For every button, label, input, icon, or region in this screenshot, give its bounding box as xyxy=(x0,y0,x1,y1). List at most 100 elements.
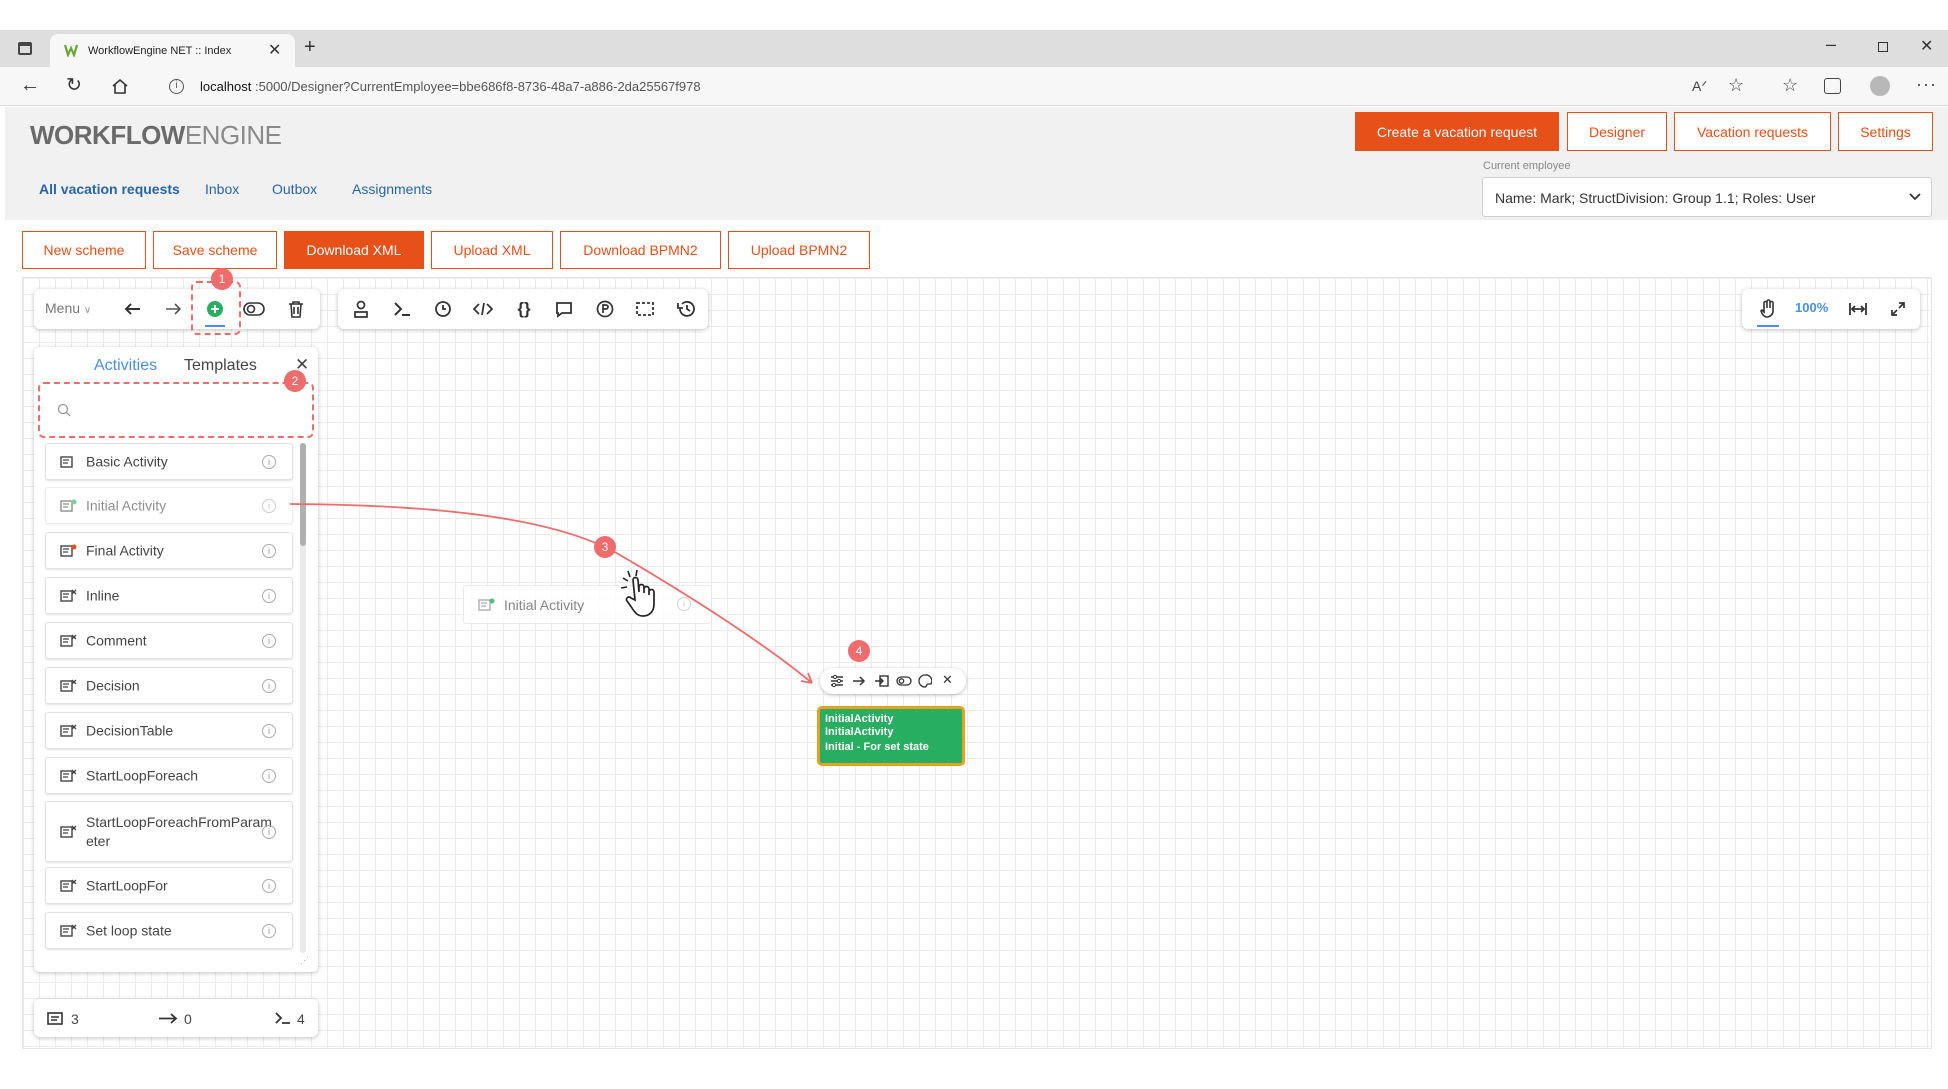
step-badge-4: 4 xyxy=(848,640,870,662)
activity-icon xyxy=(60,679,77,692)
url-field[interactable]: i localhost :5000/Designer?CurrentEmploy… xyxy=(155,73,1655,101)
node-delete-icon[interactable]: ✕ xyxy=(942,672,953,688)
drag-cursor-icon xyxy=(620,569,655,617)
plus-icon[interactable]: + xyxy=(304,36,316,59)
node-toggle-icon[interactable] xyxy=(896,676,912,686)
settings-button[interactable]: Settings xyxy=(1838,112,1933,151)
fullscreen-icon[interactable] xyxy=(1885,296,1911,322)
transition-count-icon xyxy=(159,1013,178,1024)
timer-icon[interactable] xyxy=(430,296,456,322)
comment-icon[interactable] xyxy=(551,296,577,322)
toggle-icon[interactable] xyxy=(241,296,267,322)
sidebar-toggle-icon[interactable] xyxy=(18,42,32,55)
activity-item-set-loop-state[interactable]: Set loop state i xyxy=(45,912,293,949)
activity-icon xyxy=(60,634,77,647)
command-icon[interactable] xyxy=(389,296,415,322)
browser-tab[interactable]: WorkflowEngine NET :: Index ✕ xyxy=(50,34,295,67)
redo-icon[interactable] xyxy=(160,296,186,322)
activity-info-icon[interactable]: i xyxy=(262,878,276,893)
activity-label: Inline xyxy=(86,587,120,603)
actor-icon[interactable] xyxy=(348,296,374,322)
activity-label: Initial Activity xyxy=(86,497,167,513)
minimize-icon[interactable]: – xyxy=(1826,34,1836,55)
nav-outbox[interactable]: Outbox xyxy=(272,181,317,197)
activity-item-startloopforeach[interactable]: StartLoopForeach i xyxy=(45,757,293,794)
nav-inbox[interactable]: Inbox xyxy=(205,181,239,197)
window-close-icon[interactable]: ✕ xyxy=(1920,36,1933,56)
info-icon[interactable]: i xyxy=(169,79,184,94)
initial-activity-node[interactable]: InitialActivity InitialActivity Initial … xyxy=(817,706,965,766)
more-icon[interactable]: ··· xyxy=(1916,74,1937,95)
workflow-logo-icon xyxy=(64,44,78,57)
hand-icon[interactable] xyxy=(1755,296,1781,322)
activity-info-icon[interactable]: i xyxy=(262,824,276,839)
resize-handle[interactable]: ⋰ xyxy=(300,955,309,966)
activity-label: StartLoopForeach xyxy=(86,767,199,783)
activity-item-inline[interactable]: Inline i xyxy=(45,577,293,614)
activity-item-startloopforeachfromparameter[interactable]: StartLoopForeachFromParameter i xyxy=(45,801,293,862)
activity-info-icon[interactable]: i xyxy=(262,723,276,738)
activity-item-initial-activity[interactable]: Initial Activity i xyxy=(45,487,293,524)
home-icon[interactable] xyxy=(111,78,129,95)
upload-bpmn2-button[interactable]: Upload BPMN2 xyxy=(728,231,870,269)
activity-item-final-activity[interactable]: Final Activity i xyxy=(45,532,293,569)
download-xml-button[interactable]: Download XML xyxy=(284,231,424,269)
favorite-icon[interactable]: ☆ xyxy=(1728,75,1744,96)
download-bpmn2-button[interactable]: Download BPMN2 xyxy=(560,231,721,269)
profile-icon[interactable] xyxy=(1870,76,1890,96)
activity-info-icon[interactable]: i xyxy=(262,633,276,648)
close-icon[interactable]: ✕ xyxy=(268,40,281,60)
activity-label: DecisionTable xyxy=(86,722,174,738)
maximize-icon[interactable] xyxy=(1878,42,1888,52)
process-icon[interactable] xyxy=(592,296,618,322)
employee-value: Name: Mark; StructDivision: Group 1.1; R… xyxy=(1495,190,1816,206)
refresh-icon[interactable]: ↻ xyxy=(66,74,82,97)
read-aloud-icon[interactable]: Aᐟ xyxy=(1692,78,1707,95)
activity-info-icon[interactable]: i xyxy=(262,768,276,783)
parameters-icon[interactable]: {} xyxy=(511,296,537,322)
back-icon[interactable]: ← xyxy=(20,74,40,97)
node-settings-icon[interactable] xyxy=(830,674,844,688)
employee-select[interactable]: Name: Mark; StructDivision: Group 1.1; R… xyxy=(1482,177,1932,217)
undo-icon[interactable] xyxy=(120,296,146,322)
nav-all-vacation-requests[interactable]: All vacation requests xyxy=(39,181,180,197)
tab-templates[interactable]: Templates xyxy=(184,357,257,375)
favorites-icon[interactable]: ☆ xyxy=(1782,75,1798,96)
tab-activities[interactable]: Activities xyxy=(94,357,157,375)
zoom-level[interactable]: 100% xyxy=(1795,300,1828,315)
activity-count-icon xyxy=(47,1012,63,1025)
collections-icon[interactable] xyxy=(1824,78,1841,94)
activity-info-icon[interactable]: i xyxy=(262,498,276,513)
app-logo[interactable]: WORKFLOWENGINE xyxy=(30,120,282,151)
activity-info-icon[interactable]: i xyxy=(262,543,276,558)
activity-info-icon[interactable]: i xyxy=(262,588,276,603)
activities-scrollbar-thumb[interactable] xyxy=(300,443,306,546)
node-connect-icon[interactable] xyxy=(874,675,889,687)
new-scheme-button[interactable]: New scheme xyxy=(22,231,146,269)
nav-assignments[interactable]: Assignments xyxy=(352,181,432,197)
activity-item-basic-activity[interactable]: Basic Activity i xyxy=(45,443,293,480)
upload-xml-button[interactable]: Upload XML xyxy=(431,231,553,269)
save-scheme-button[interactable]: Save scheme xyxy=(153,231,277,269)
activity-item-startloopfor[interactable]: StartLoopFor i xyxy=(45,867,293,904)
activity-item-decision[interactable]: Decision i xyxy=(45,667,293,704)
create-vacation-request-button[interactable]: Create a vacation request xyxy=(1355,112,1559,151)
activity-info-icon[interactable]: i xyxy=(262,923,276,938)
code-icon[interactable] xyxy=(470,296,496,322)
trash-icon[interactable] xyxy=(283,296,309,322)
activity-item-comment[interactable]: Comment i xyxy=(45,622,293,659)
node-description: Initial - For set state xyxy=(825,741,929,753)
activity-icon xyxy=(60,769,77,782)
history-icon[interactable] xyxy=(673,296,699,322)
select-icon[interactable] xyxy=(632,296,658,322)
designer-button[interactable]: Designer xyxy=(1567,112,1667,151)
menu-dropdown[interactable]: Menu ∨ xyxy=(45,300,91,316)
activity-info-icon[interactable]: i xyxy=(262,678,276,693)
node-transition-icon[interactable] xyxy=(852,676,866,686)
activity-info-icon[interactable]: i xyxy=(262,454,276,469)
activity-item-decisiontable[interactable]: DecisionTable i xyxy=(45,712,293,749)
node-color-icon[interactable] xyxy=(918,674,932,688)
fit-width-icon[interactable] xyxy=(1845,296,1871,322)
vacation-requests-button[interactable]: Vacation requests xyxy=(1674,112,1831,151)
command-count: 4 xyxy=(297,1011,305,1027)
